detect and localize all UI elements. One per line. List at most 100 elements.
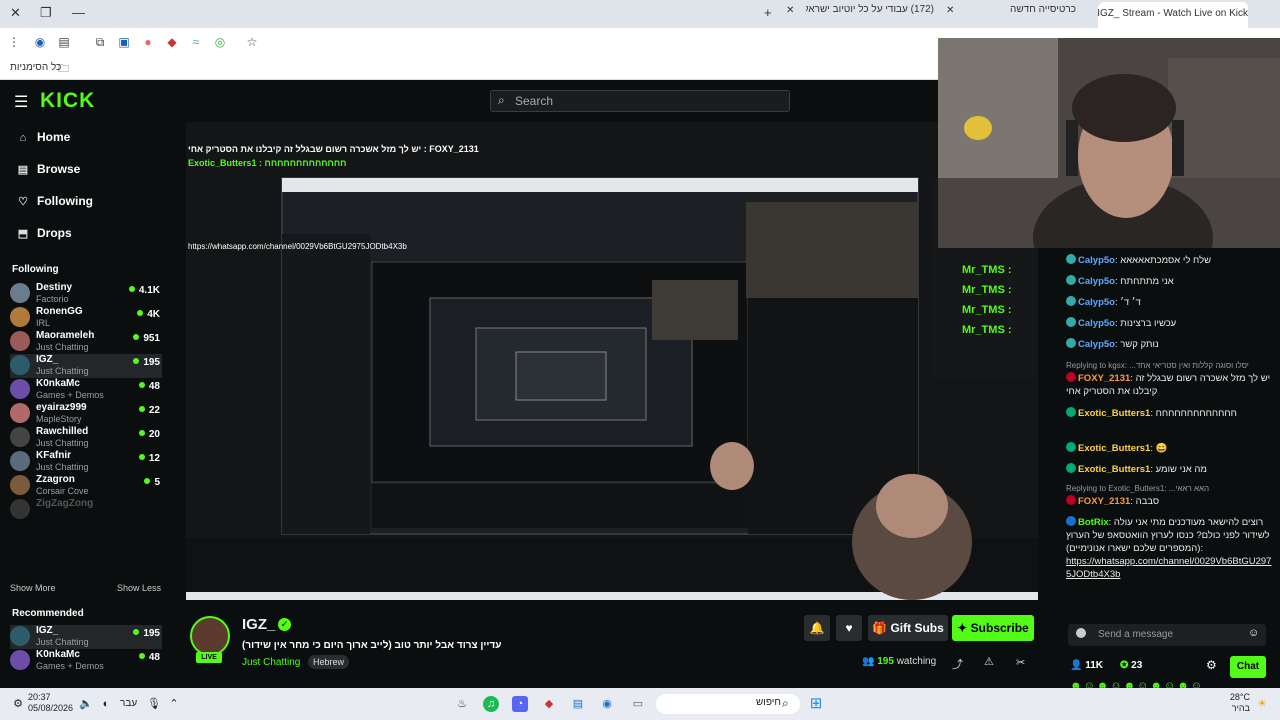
channel-item[interactable]: KFafnir Just Chatting 12 <box>10 450 162 474</box>
channel-item[interactable]: ZigZagZong <box>10 498 162 522</box>
channel-category: Games + Demos <box>36 390 104 400</box>
channel-item[interactable]: Rawchilled Just Chatting 20 <box>10 426 162 450</box>
nav-home[interactable]: ⌂ Home <box>15 130 71 144</box>
channel-item[interactable]: K0nkaMc Games + Demos 48 <box>10 649 162 673</box>
chat-username[interactable]: Calyp5o <box>1078 318 1115 329</box>
chat-username[interactable]: Exotic_Butters1 <box>1078 408 1150 419</box>
extension-icon[interactable]: ≈ <box>188 34 204 50</box>
channel-item[interactable]: eyairaz999 MapleStory 22 <box>10 402 162 426</box>
close-tab-icon[interactable]: ✕ <box>946 5 954 16</box>
send-message-input[interactable]: Send a message ☺ <box>1068 624 1266 646</box>
extension-icon[interactable]: ▣ <box>116 34 132 50</box>
new-tab-icon[interactable]: + <box>764 5 772 20</box>
extension-icon[interactable]: ▤ <box>56 34 72 50</box>
task-view-icon[interactable]: ▭ <box>630 696 646 712</box>
chrome-icon[interactable]: ◉ <box>599 696 615 712</box>
chat-username[interactable]: FOXY_2131 <box>1078 496 1130 507</box>
minimize-window-icon[interactable]: — <box>72 5 85 20</box>
channel-name[interactable]: IGZ_ <box>242 616 275 633</box>
chat-username[interactable]: FOXY_2131 <box>1078 373 1130 384</box>
nav-label: Drops <box>37 226 72 240</box>
video-player[interactable]: FOXY_2131 : יש לך מזל אשכרה רשום שבגלל ז… <box>186 122 1038 600</box>
kick-logo[interactable]: KICK <box>40 89 95 113</box>
show-more-link[interactable]: Show More <box>10 583 56 593</box>
tab-kick-stream[interactable]: IGZ_ Stream - Watch Live on Kick <box>1098 2 1248 28</box>
microphone-icon[interactable]: 🎙 <box>146 696 162 712</box>
close-window-icon[interactable]: ✕ <box>10 5 21 21</box>
gift-subs-label: Gift Subs <box>890 621 944 635</box>
extension-icon[interactable]: ◆ <box>164 34 180 50</box>
windows-start-icon[interactable]: ⊞ <box>808 696 824 712</box>
nav-following[interactable]: ♡ Following <box>15 194 93 208</box>
channel-item[interactable]: Destiny Factorio 4.1K <box>10 282 162 306</box>
clip-icon[interactable]: ✂ <box>1016 656 1025 669</box>
steam-icon[interactable]: ♨ <box>454 696 470 712</box>
app-icon[interactable]: ◆ <box>541 696 557 712</box>
discord-icon[interactable]: ◔ <box>512 696 528 712</box>
tab-label: IGZ_ Stream - Watch Live on Kick <box>1098 8 1248 19</box>
follow-heart-icon[interactable]: ♥ <box>836 615 862 641</box>
taskbar-search[interactable]: חיפוש ⌕ <box>656 694 800 714</box>
avatar <box>10 355 30 375</box>
subscribe-button[interactable]: ✦ Subscribe <box>952 615 1034 641</box>
channel-item[interactable]: K0nkaMc Games + Demos 48 <box>10 378 162 402</box>
spotify-icon[interactable]: ♫ <box>483 696 499 712</box>
notification-bell-icon[interactable]: 🔔 <box>804 615 830 641</box>
chat-username[interactable]: Calyp5o <box>1078 255 1115 266</box>
chevron-up-icon[interactable]: ⌃ <box>166 696 182 712</box>
emoji-icon[interactable]: ☺ <box>1248 627 1259 639</box>
chat-username[interactable]: BotRix <box>1078 517 1109 528</box>
nav-drops[interactable]: ⬒ Drops <box>15 226 72 240</box>
channel-item[interactable]: IGZ_ Just Chatting 195 <box>10 354 162 378</box>
speaker-icon[interactable]: 🔈 <box>78 696 94 712</box>
overlay-chat-line: Mr_TMS : <box>962 304 1012 316</box>
search-input[interactable]: ⌕ Search <box>490 90 790 112</box>
tab-label: (172) עבודי על כל יוטיוב ישראל <box>806 4 934 15</box>
settings-icon[interactable]: ⚙ <box>10 696 26 712</box>
viewer-count: 195 <box>133 628 160 639</box>
extension-icon[interactable]: ◎ <box>212 34 228 50</box>
chat-username[interactable]: Exotic_Butters1 <box>1078 443 1150 454</box>
chat-username[interactable]: Exotic_Butters1 <box>1078 464 1150 475</box>
tab-youtube[interactable]: (172) עבודי על כל יוטיוב ישראל <box>806 4 934 24</box>
chat-link[interactable]: https://whatsapp.com/channel/0029Vb6BtGU… <box>1066 555 1276 581</box>
channel-item[interactable]: Maorameleh Just Chatting 951 <box>10 330 162 354</box>
chat-username[interactable]: Calyp5o <box>1078 339 1115 350</box>
all-bookmarks-link[interactable]: כל הסימניות <box>10 62 61 73</box>
language-indicator[interactable]: עבר <box>120 698 137 709</box>
clock[interactable]: 20:37 05/08/2026 <box>28 692 73 714</box>
chat-message: Exotic_Butters1: חחחחחחחחחחחחח <box>1066 407 1276 420</box>
avatar <box>10 307 30 327</box>
puzzle-icon[interactable]: ⧉ <box>92 34 108 50</box>
channel-item[interactable]: IGZ_ Just Chatting 195 <box>10 625 162 649</box>
notepad-icon[interactable]: ▤ <box>570 696 586 712</box>
share-icon[interactable]: ⤴ <box>952 656 963 672</box>
viewer-count: 20 <box>139 429 160 440</box>
viewer-count: 951 <box>133 333 160 344</box>
report-icon[interactable]: ⚠ <box>984 655 994 668</box>
user-icon <box>1076 628 1086 638</box>
gift-subs-button[interactable]: 🎁 Gift Subs <box>868 615 948 641</box>
close-tab-icon[interactable]: ✕ <box>786 5 794 16</box>
chat-username[interactable]: Calyp5o <box>1078 276 1115 287</box>
bookmark-star-icon[interactable]: ☆ <box>244 34 260 50</box>
avatar[interactable] <box>190 616 230 656</box>
chat-send-button[interactable]: Chat <box>1230 656 1266 678</box>
hamburger-icon[interactable]: ☰ <box>14 92 28 112</box>
channel-item[interactable]: Zzagron Corsair Cove 5 <box>10 474 162 498</box>
tab-new[interactable]: כרטיסייה חדשה <box>964 4 1076 24</box>
category-link[interactable]: Just Chatting <box>242 657 300 668</box>
nav-browse[interactable]: ▤ Browse <box>15 162 81 176</box>
restore-window-icon[interactable]: ❐ <box>40 5 52 21</box>
search-icon: ⌕ <box>782 696 789 710</box>
show-less-link[interactable]: Show Less <box>117 583 161 593</box>
settings-gear-icon[interactable]: ⚙ <box>1206 658 1217 672</box>
weather[interactable]: 28°C בהיר <box>1228 692 1250 714</box>
channel-item[interactable]: RonenGG IRL 4K <box>10 306 162 330</box>
menu-dots-icon[interactable]: ⋮ <box>6 34 22 50</box>
profile-icon[interactable]: ◉ <box>32 34 48 50</box>
chat-username[interactable]: Calyp5o <box>1078 297 1115 308</box>
tag-hebrew[interactable]: Hebrew <box>308 655 350 669</box>
network-icon[interactable]: ◐ <box>98 696 114 712</box>
extension-icon[interactable]: ● <box>140 34 156 50</box>
